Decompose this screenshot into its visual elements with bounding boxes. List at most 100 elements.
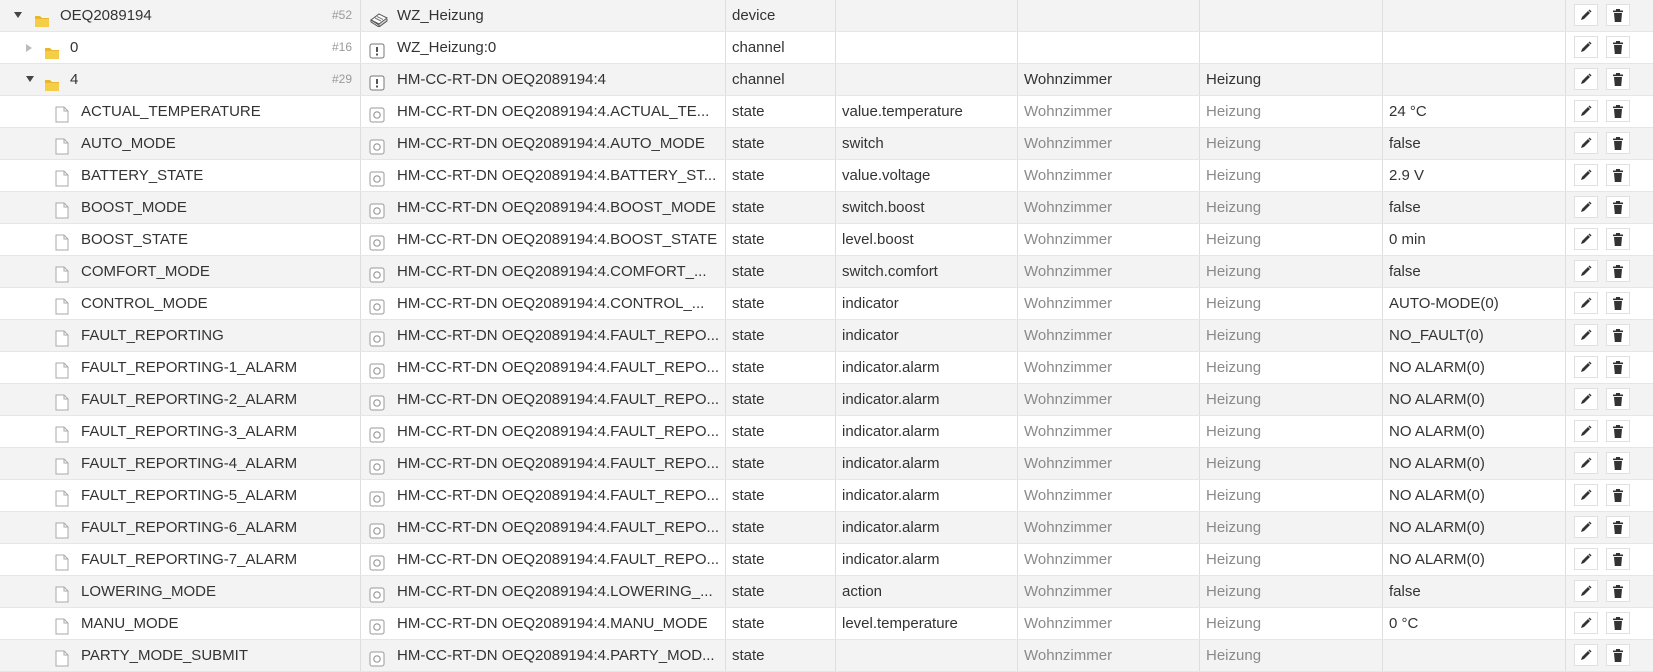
value-cell: NO ALARM(0): [1383, 512, 1566, 543]
edit-button[interactable]: [1574, 484, 1598, 506]
object-display-name: HM-CC-RT-DN OEQ2089194:4.FAULT_REPO...: [397, 327, 720, 344]
delete-button[interactable]: [1606, 420, 1630, 442]
delete-button[interactable]: [1606, 4, 1630, 26]
object-display-name: HM-CC-RT-DN OEQ2089194:4.LOWERING_...: [397, 583, 713, 600]
table-row[interactable]: LOWERING_MODE HM-CC-RT-DN OEQ2089194:4.LO…: [0, 576, 1653, 608]
edit-button[interactable]: [1574, 292, 1598, 314]
delete-button[interactable]: [1606, 644, 1630, 666]
delete-button[interactable]: [1606, 580, 1630, 602]
object-display-name: HM-CC-RT-DN OEQ2089194:4.FAULT_REPO...: [397, 519, 720, 536]
actions-cell: [1566, 96, 1653, 127]
object-name: FAULT_REPORTING-3_ALARM: [81, 423, 298, 440]
edit-button[interactable]: [1574, 388, 1598, 410]
actions-cell: [1566, 64, 1653, 95]
object-name-cell: HM-CC-RT-DN OEQ2089194:4.FAULT_REPO...: [361, 512, 726, 543]
table-row[interactable]: PARTY_MODE_SUBMIT HM-CC-RT-DN OEQ2089194:…: [0, 640, 1653, 672]
delete-button[interactable]: [1606, 324, 1630, 346]
function-cell: Heizung: [1200, 256, 1383, 287]
edit-button[interactable]: [1574, 68, 1598, 90]
role-cell: indicator.alarm: [836, 416, 1018, 447]
edit-button[interactable]: [1574, 4, 1598, 26]
function-cell: Heizung: [1200, 160, 1383, 191]
role-cell: switch: [836, 128, 1018, 159]
channel-icon: [369, 71, 385, 91]
edit-button[interactable]: [1574, 324, 1598, 346]
edit-button[interactable]: [1574, 132, 1598, 154]
edit-button[interactable]: [1574, 420, 1598, 442]
table-row[interactable]: FAULT_REPORTING-6_ALARM HM-CC-RT-DN OEQ20…: [0, 512, 1653, 544]
delete-button[interactable]: [1606, 68, 1630, 90]
function-cell: Heizung: [1200, 352, 1383, 383]
object-name: MANU_MODE: [81, 615, 179, 632]
collapse-toggle-icon[interactable]: [14, 12, 22, 18]
room-cell: Wohnzimmer: [1018, 160, 1200, 191]
type-cell: device: [726, 0, 836, 31]
table-row[interactable]: FAULT_REPORTING-1_ALARM HM-CC-RT-DN OEQ20…: [0, 352, 1653, 384]
edit-button[interactable]: [1574, 580, 1598, 602]
tree-row-device[interactable]: OEQ2089194 #52 WZ_Heizung device: [0, 0, 1653, 32]
delete-button[interactable]: [1606, 484, 1630, 506]
expand-toggle-icon[interactable]: [26, 44, 32, 52]
edit-button[interactable]: [1574, 100, 1598, 122]
edit-button[interactable]: [1574, 452, 1598, 474]
tree-row-channel[interactable]: 4 #29 HM-CC-RT-DN OEQ2089194:4 channel Wohnz…: [0, 64, 1653, 96]
tree-row-channel[interactable]: 0 #16 WZ_Heizung:0 channel: [0, 32, 1653, 64]
table-row[interactable]: FAULT_REPORTING-7_ALARM HM-CC-RT-DN OEQ20…: [0, 544, 1653, 576]
function-cell: Heizung: [1200, 288, 1383, 319]
table-row[interactable]: BOOST_STATE HM-CC-RT-DN OEQ2089194:4.BOOS…: [0, 224, 1653, 256]
edit-button[interactable]: [1574, 356, 1598, 378]
table-row[interactable]: FAULT_REPORTING-3_ALARM HM-CC-RT-DN OEQ20…: [0, 416, 1653, 448]
table-row[interactable]: MANU_MODE HM-CC-RT-DN OEQ2089194:4.MANU_M…: [0, 608, 1653, 640]
file-icon: [55, 263, 69, 283]
actions-cell: [1566, 0, 1653, 31]
table-row[interactable]: FAULT_REPORTING HM-CC-RT-DN OEQ2089194:4.…: [0, 320, 1653, 352]
edit-button[interactable]: [1574, 516, 1598, 538]
delete-button[interactable]: [1606, 36, 1630, 58]
edit-button[interactable]: [1574, 548, 1598, 570]
edit-button[interactable]: [1574, 36, 1598, 58]
delete-button[interactable]: [1606, 516, 1630, 538]
role-cell: [836, 64, 1018, 95]
delete-button[interactable]: [1606, 292, 1630, 314]
edit-button[interactable]: [1574, 164, 1598, 186]
delete-button[interactable]: [1606, 612, 1630, 634]
actions-cell: [1566, 256, 1653, 287]
delete-button[interactable]: [1606, 132, 1630, 154]
delete-button[interactable]: [1606, 100, 1630, 122]
edit-button[interactable]: [1574, 612, 1598, 634]
name-cell: COMFORT_MODE: [0, 256, 361, 287]
table-row[interactable]: BATTERY_STATE HM-CC-RT-DN OEQ2089194:4.BA…: [0, 160, 1653, 192]
table-row[interactable]: ACTUAL_TEMPERATURE HM-CC-RT-DN OEQ2089194…: [0, 96, 1653, 128]
edit-button[interactable]: [1574, 196, 1598, 218]
table-row[interactable]: AUTO_MODE HM-CC-RT-DN OEQ2089194:4.AUTO_M…: [0, 128, 1653, 160]
table-row[interactable]: FAULT_REPORTING-2_ALARM HM-CC-RT-DN OEQ20…: [0, 384, 1653, 416]
table-row[interactable]: COMFORT_MODE HM-CC-RT-DN OEQ2089194:4.COM…: [0, 256, 1653, 288]
device-icon: [369, 7, 388, 28]
edit-button[interactable]: [1574, 644, 1598, 666]
delete-button[interactable]: [1606, 548, 1630, 570]
state-icon: [369, 615, 385, 635]
table-row[interactable]: CONTROL_MODE HM-CC-RT-DN OEQ2089194:4.CON…: [0, 288, 1653, 320]
delete-button[interactable]: [1606, 164, 1630, 186]
delete-button[interactable]: [1606, 196, 1630, 218]
object-name: FAULT_REPORTING-4_ALARM: [81, 455, 298, 472]
delete-button[interactable]: [1606, 452, 1630, 474]
object-name-cell: HM-CC-RT-DN OEQ2089194:4.FAULT_REPO...: [361, 384, 726, 415]
edit-button[interactable]: [1574, 228, 1598, 250]
edit-button[interactable]: [1574, 260, 1598, 282]
type-cell: channel: [726, 64, 836, 95]
delete-button[interactable]: [1606, 388, 1630, 410]
table-row[interactable]: FAULT_REPORTING-5_ALARM HM-CC-RT-DN OEQ20…: [0, 480, 1653, 512]
file-icon: [55, 583, 69, 603]
value-cell: [1383, 64, 1566, 95]
collapse-toggle-icon[interactable]: [26, 76, 34, 82]
room-cell: Wohnzimmer: [1018, 640, 1200, 671]
role-cell: [836, 32, 1018, 63]
delete-button[interactable]: [1606, 356, 1630, 378]
delete-button[interactable]: [1606, 228, 1630, 250]
actions-cell: [1566, 416, 1653, 447]
delete-button[interactable]: [1606, 260, 1630, 282]
table-row[interactable]: BOOST_MODE HM-CC-RT-DN OEQ2089194:4.BOOST…: [0, 192, 1653, 224]
table-row[interactable]: FAULT_REPORTING-4_ALARM HM-CC-RT-DN OEQ20…: [0, 448, 1653, 480]
object-name-cell: HM-CC-RT-DN OEQ2089194:4.PARTY_MOD...: [361, 640, 726, 671]
